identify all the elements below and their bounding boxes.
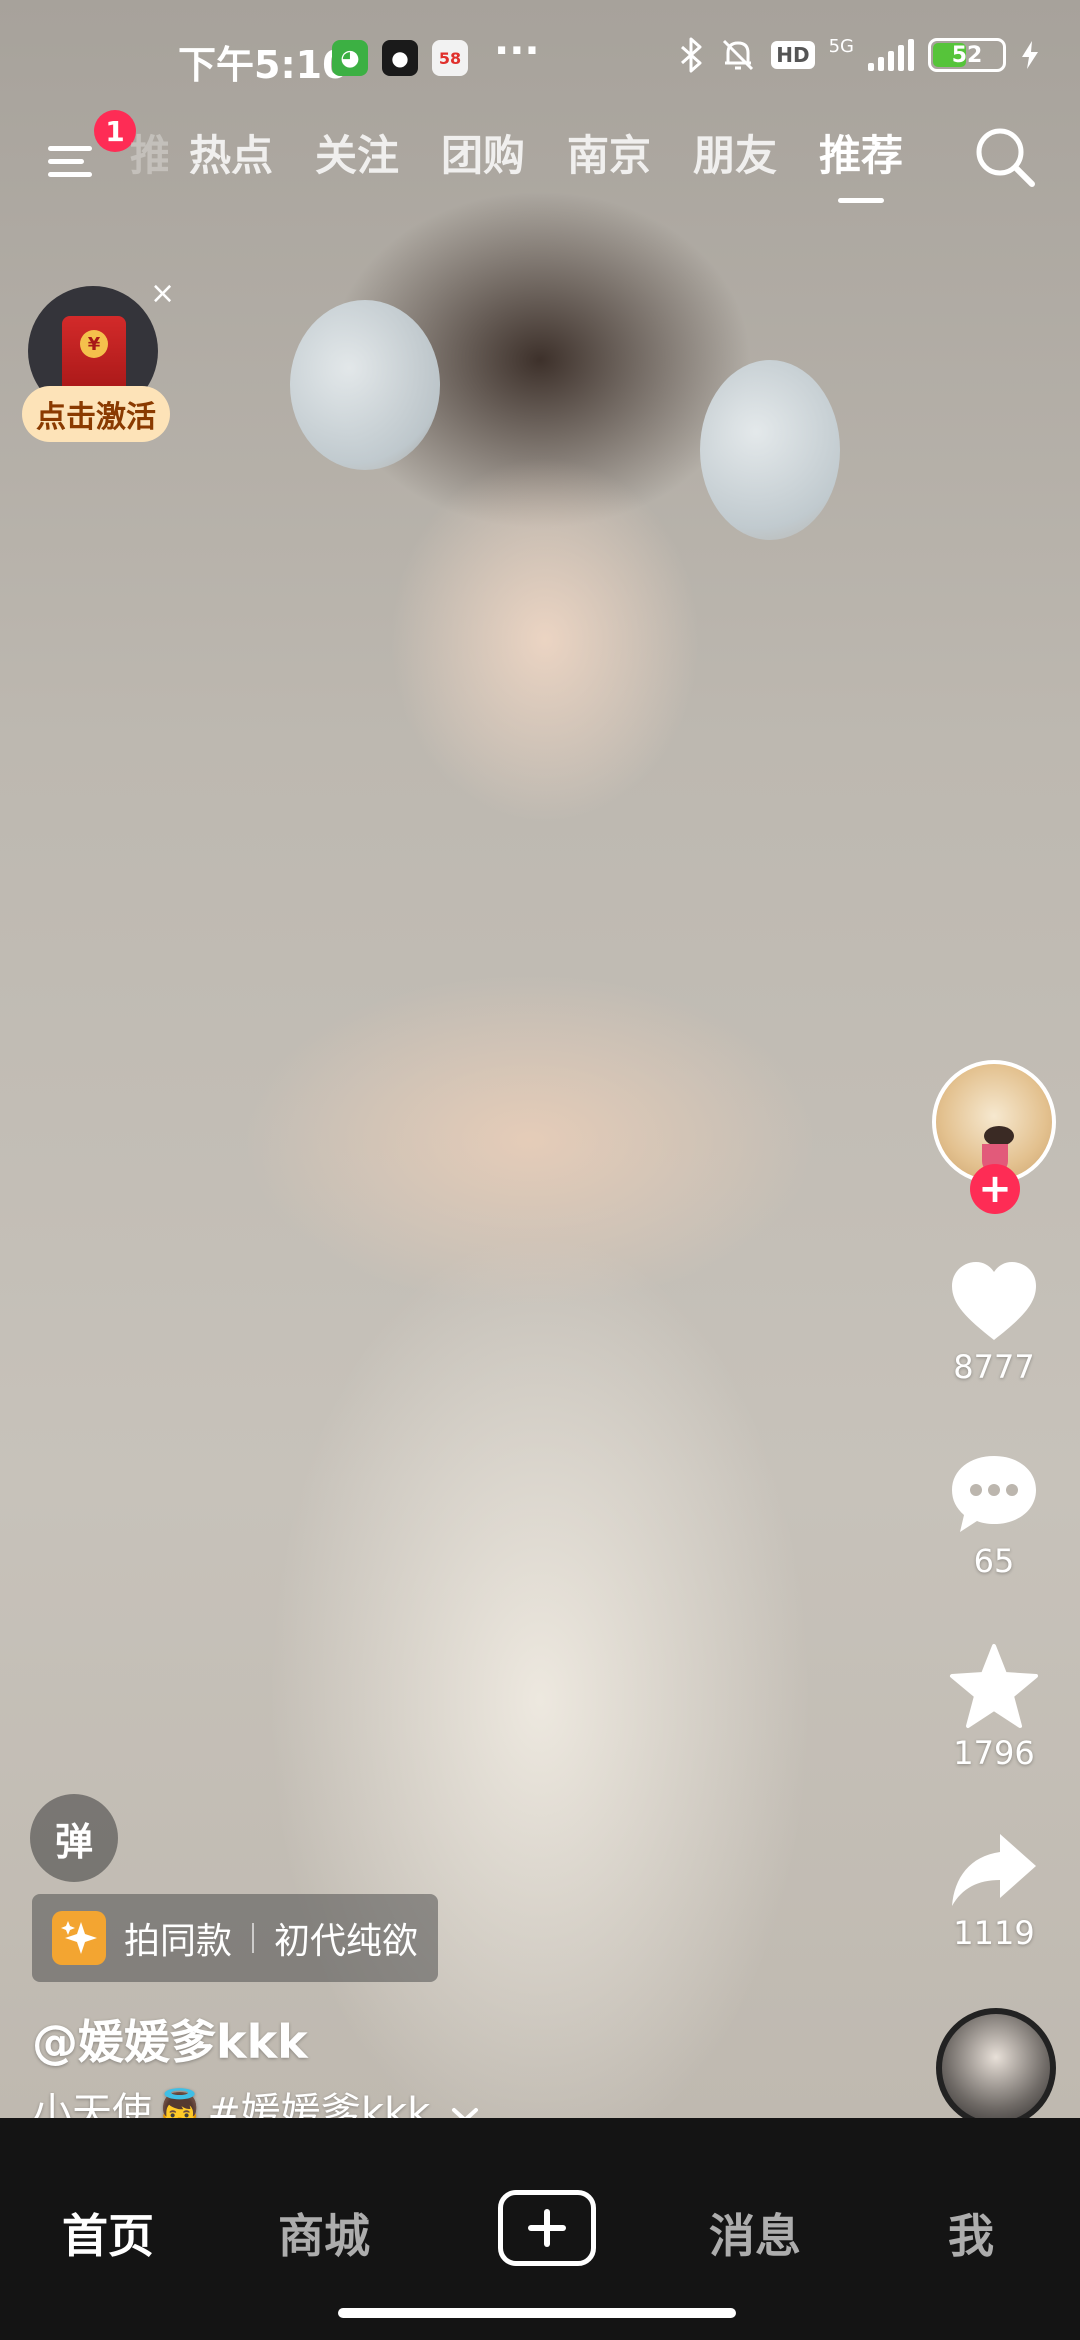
same-style-label: 拍同款	[124, 1921, 233, 1962]
menu-icon-line	[48, 172, 92, 177]
danmu-button[interactable]: 弹	[30, 1794, 118, 1882]
tab-me[interactable]: 我	[896, 2200, 1046, 2266]
promo-close-icon[interactable]: ×	[150, 276, 175, 311]
comment-count: 65	[973, 1542, 1015, 1580]
heart-icon[interactable]	[948, 1260, 1040, 1344]
status-bar: 下午5:10 ◕ ● 58 ··· HD 5G 52	[0, 0, 1080, 110]
tab-home[interactable]: 首页	[33, 2200, 183, 2266]
hd-badge: HD	[771, 41, 815, 69]
tab-following[interactable]: 关注	[294, 122, 420, 203]
mute-bell-icon	[723, 39, 754, 71]
tab-hot[interactable]: 热点	[168, 122, 294, 203]
same-style-bar[interactable]: 拍同款 初代纯欲	[32, 1894, 439, 1982]
follow-button[interactable]: +	[970, 1164, 1020, 1214]
same-style-divider	[252, 1923, 255, 1953]
favorite-count: 1796	[953, 1734, 1035, 1772]
screen: 下午5:10 ◕ ● 58 ··· HD 5G 52 1 推 热点 关注 团购 …	[0, 0, 1080, 2340]
favorite-action[interactable]: 1796	[932, 1642, 1056, 1772]
tab-recommend[interactable]: 推荐	[798, 122, 924, 203]
nav-tabs: 推 热点 关注 团购 南京 朋友 推荐	[130, 122, 924, 203]
qq-icon: ●	[382, 40, 418, 76]
comment-action[interactable]: 65	[932, 1452, 1056, 1580]
red-packet-promo[interactable]: × 点击激活	[22, 276, 175, 456]
video-feather-hairclip-left	[290, 300, 440, 470]
bluetooth-icon	[681, 37, 702, 73]
charging-icon	[1022, 41, 1038, 69]
battery-icon: 52	[928, 38, 1006, 72]
status-right-group: HD 5G 52	[679, 36, 1040, 74]
tab-friends[interactable]: 朋友	[672, 122, 798, 203]
video-feather-hairclip-right	[700, 360, 840, 540]
sparkle-glyph-icon	[61, 1921, 97, 1954]
red-packet-icon	[62, 316, 126, 394]
share-arrow-icon[interactable]	[948, 1830, 1040, 1910]
tab-nanjing[interactable]: 南京	[546, 122, 672, 203]
battery-level: 52	[951, 42, 983, 68]
create-button[interactable]	[498, 2190, 596, 2266]
status-time: 下午5:10	[178, 43, 349, 87]
like-count: 8777	[953, 1348, 1035, 1386]
star-icon[interactable]	[948, 1642, 1040, 1730]
sparkle-icon	[52, 1911, 106, 1965]
wechat-mini-icon: ◕	[332, 40, 368, 76]
share-action[interactable]: 1119	[932, 1830, 1056, 1952]
top-nav: 1 推 热点 关注 团购 南京 朋友 推荐	[0, 110, 1080, 210]
status-more-icon: ···	[494, 28, 540, 74]
tab-messages[interactable]: 消息	[680, 2200, 830, 2266]
plus-icon	[528, 2209, 566, 2247]
menu-icon-line	[48, 159, 84, 164]
effect-name: 初代纯欲	[274, 1921, 419, 1962]
tab-group-buy[interactable]: 团购	[420, 122, 546, 203]
author-name[interactable]: @媛媛爹kkk	[32, 2006, 308, 2072]
music-disc[interactable]	[936, 2008, 1056, 2128]
like-action[interactable]: 8777	[932, 1260, 1056, 1386]
tab-mall[interactable]: 商城	[249, 2200, 399, 2266]
search-icon[interactable]	[970, 122, 1040, 192]
signal-icon	[868, 39, 914, 71]
58-app-icon: 58	[432, 40, 468, 76]
share-count: 1119	[953, 1914, 1035, 1952]
tab-partial[interactable]: 推	[130, 122, 168, 203]
network-label: 5G	[828, 36, 854, 57]
bottom-tab-bar: 首页 商城 消息 我	[0, 2118, 1080, 2340]
home-indicator[interactable]	[338, 2308, 736, 2318]
menu-icon	[48, 146, 92, 151]
comment-icon[interactable]	[948, 1452, 1040, 1538]
promo-label[interactable]: 点击激活	[22, 386, 170, 442]
avatar-dog-nose	[984, 1126, 1014, 1146]
